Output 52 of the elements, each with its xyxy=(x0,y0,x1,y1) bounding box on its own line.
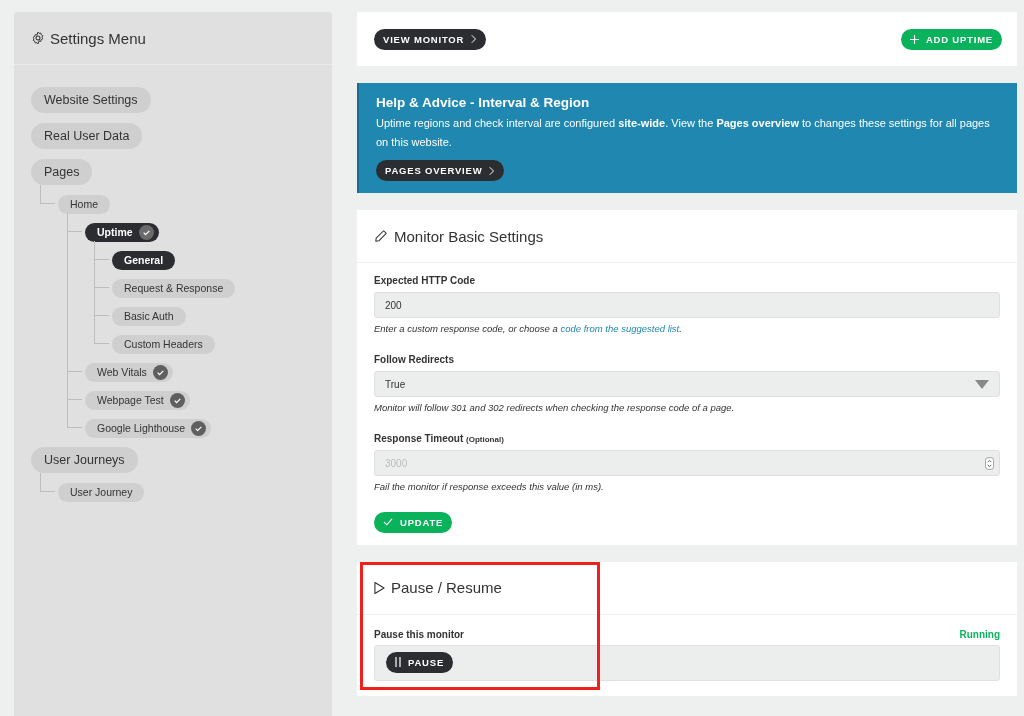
menu-item[interactable]: Pages xyxy=(31,159,93,185)
menu-item[interactable]: Custom Headers xyxy=(112,334,215,354)
http-code-field[interactable]: 200 xyxy=(374,292,1000,318)
field-hint: Fail the monitor if response exceeds this value (in ms). xyxy=(374,481,605,492)
field-label: Pause this monitor xyxy=(374,628,464,640)
redirects-dropdown[interactable]: True xyxy=(374,371,1000,397)
menu-item[interactable]: Website Settings xyxy=(31,87,151,113)
spinner-icon xyxy=(985,457,994,470)
check-icon xyxy=(191,420,207,436)
pause-button[interactable]: PAUSE xyxy=(386,651,454,673)
menu-item[interactable]: Web Vitals xyxy=(85,362,173,382)
menu-item[interactable]: User Journey xyxy=(58,482,145,502)
play-icon xyxy=(374,580,385,595)
chevron-right-icon xyxy=(471,34,478,44)
field-label: Expected HTTP Code xyxy=(374,275,476,286)
menu-item[interactable]: General xyxy=(112,250,176,270)
tree-connector xyxy=(94,315,109,344)
chevron-right-icon xyxy=(489,165,496,176)
check-icon xyxy=(169,392,185,408)
menu-item[interactable]: Real User Data xyxy=(31,123,143,149)
menu-item[interactable]: Uptime xyxy=(85,222,159,242)
field-label: Follow Redirects xyxy=(374,354,455,365)
sidebar-title: Settings Menu xyxy=(50,29,146,47)
settings-icon xyxy=(31,31,45,45)
tree-connector xyxy=(94,287,109,316)
menu-item[interactable]: Google Lighthouse xyxy=(85,418,212,438)
pause-icon xyxy=(395,657,401,667)
check-icon xyxy=(138,224,154,240)
field-hint: Enter a custom response code, or choose a code from the suggested list. xyxy=(374,323,683,334)
help-title: Help & Advice - Interval & Region xyxy=(376,95,591,110)
tree-connector xyxy=(67,399,82,428)
menu-item[interactable]: Home xyxy=(58,194,110,214)
field-hint: Monitor will follow 301 and 302 redirects when checking the response code of a page. xyxy=(374,402,736,413)
plus-icon xyxy=(909,34,919,44)
menu-item[interactable]: Basic Auth xyxy=(112,306,186,326)
card-title: Pause / Resume xyxy=(391,579,502,596)
check-icon xyxy=(152,364,168,380)
help-text: Uptime regions and check interval are configured site-wide. View the Pages overview to changes these settings for all pages on this website. xyxy=(376,116,991,150)
menu-item[interactable]: Webpage Test xyxy=(85,390,190,410)
tree-connector xyxy=(40,185,55,204)
menu-item[interactable]: User Journeys xyxy=(31,447,138,473)
field-label: Response Timeout xyxy=(374,433,464,444)
menu-item[interactable]: Request & Response xyxy=(112,278,236,298)
tree-connector xyxy=(40,473,55,492)
view-monitor-button[interactable]: VIEW MONITOR xyxy=(374,28,487,50)
pencil-icon xyxy=(374,229,388,243)
pages-overview-button[interactable]: PAGES OVERVIEW xyxy=(376,160,505,181)
card-title: Monitor Basic Settings xyxy=(394,227,544,245)
check-icon xyxy=(383,518,393,526)
optional-note: (Optional) xyxy=(466,435,504,444)
status-text: Running xyxy=(959,628,1000,640)
dropdown-caret-icon xyxy=(975,379,989,389)
